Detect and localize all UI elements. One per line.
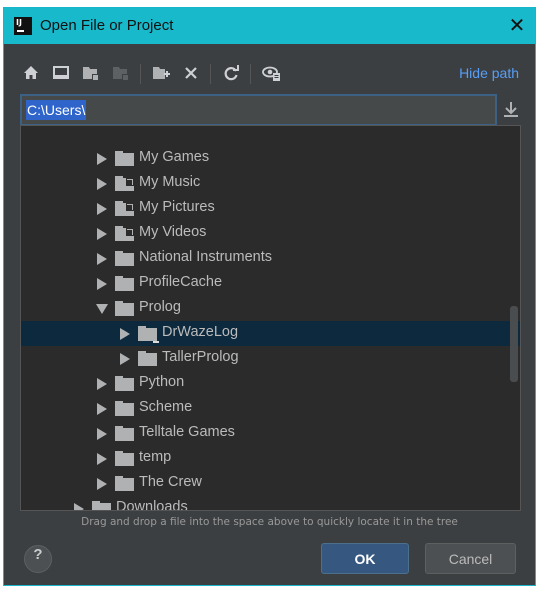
refresh-icon bbox=[224, 65, 239, 81]
show-hidden-icon bbox=[262, 66, 280, 81]
toolbar-separator bbox=[140, 64, 141, 84]
expand-arrow-icon[interactable] bbox=[97, 253, 107, 265]
tree-row-label: My Pictures bbox=[139, 199, 215, 215]
ok-button[interactable]: OK bbox=[321, 543, 409, 574]
expand-arrow-icon[interactable] bbox=[97, 378, 107, 390]
folder-icon bbox=[115, 251, 134, 266]
tree-row[interactable]: Prolog bbox=[21, 296, 520, 321]
expand-arrow-icon[interactable] bbox=[97, 153, 107, 165]
desktop-icon bbox=[53, 66, 69, 79]
toolbar bbox=[20, 62, 420, 86]
path-input-text[interactable]: C:\Users\ bbox=[26, 100, 87, 120]
tree-row[interactable]: My Games bbox=[21, 146, 520, 171]
expand-arrow-icon[interactable] bbox=[97, 478, 107, 490]
tree-row-label: My Music bbox=[139, 174, 201, 190]
tree-row[interactable]: Telltale Games bbox=[21, 421, 520, 446]
expand-arrow-icon[interactable] bbox=[97, 428, 107, 440]
toolbar-separator bbox=[210, 64, 211, 84]
folder-icon bbox=[115, 151, 134, 166]
intellij-logo-icon: IJ bbox=[14, 17, 32, 35]
path-field[interactable]: C:\Users\ bbox=[20, 94, 497, 126]
new-folder-icon bbox=[153, 67, 170, 79]
expand-arrow-icon[interactable] bbox=[97, 403, 107, 415]
tree-row-label: Scheme bbox=[139, 399, 193, 415]
refresh-button[interactable] bbox=[220, 62, 242, 84]
tree-row-label: TallerProlog bbox=[162, 349, 239, 365]
tree-row-label: National Instruments bbox=[139, 249, 272, 265]
home-button[interactable] bbox=[20, 62, 42, 84]
tree-row-label: Prolog bbox=[139, 299, 181, 315]
folder-icon bbox=[115, 476, 134, 491]
download-button[interactable] bbox=[501, 100, 521, 120]
desktop-button[interactable] bbox=[50, 62, 72, 84]
folder-icon bbox=[115, 276, 134, 291]
cancel-button[interactable]: Cancel bbox=[425, 543, 516, 574]
tree-row-label: Python bbox=[139, 374, 185, 390]
folder-icon bbox=[115, 451, 134, 466]
project-folder-icon bbox=[83, 67, 99, 81]
drag-drop-hint: Drag and drop a file into the space abov… bbox=[81, 516, 458, 528]
folder-icon bbox=[138, 351, 157, 366]
folder-icon bbox=[138, 326, 159, 343]
close-button[interactable]: ✕ bbox=[505, 14, 529, 38]
folder-icon bbox=[115, 426, 134, 441]
tree-row-label: Telltale Games bbox=[139, 424, 235, 440]
expand-arrow-icon[interactable] bbox=[97, 453, 107, 465]
folder-icon bbox=[92, 501, 111, 510]
download-icon bbox=[504, 102, 518, 117]
title-bar: IJ Open File or Project ✕ bbox=[4, 8, 535, 44]
show-hidden-button[interactable] bbox=[260, 62, 282, 84]
folder-icon bbox=[115, 301, 134, 316]
tree-row-label: temp bbox=[139, 449, 172, 465]
project-directory-button[interactable] bbox=[80, 62, 102, 84]
expand-arrow-icon[interactable] bbox=[97, 278, 107, 290]
tree-row-label: The Crew bbox=[139, 474, 202, 490]
tree-row[interactable]: Downloads bbox=[21, 496, 520, 511]
delete-icon bbox=[185, 67, 197, 79]
tree-row-label: My Games bbox=[139, 149, 210, 165]
tree-row-label: Downloads bbox=[116, 499, 188, 511]
file-tree[interactable]: My Games My Music My Pictures My Videos Nati… bbox=[20, 125, 521, 511]
collapse-arrow-icon[interactable] bbox=[96, 304, 108, 314]
open-file-dialog: IJ Open File or Project ✕ Hide path C:\U… bbox=[3, 7, 536, 586]
toolbar-separator bbox=[250, 64, 251, 84]
tree-row-label: ProfileCache bbox=[139, 274, 223, 290]
expand-arrow-icon[interactable] bbox=[120, 328, 130, 340]
tree-row[interactable]: ProfileCache bbox=[21, 271, 520, 296]
tree-row[interactable]: temp bbox=[21, 446, 520, 471]
expand-arrow-icon[interactable] bbox=[97, 203, 107, 215]
expand-arrow-icon[interactable] bbox=[120, 353, 130, 365]
folder-icon bbox=[115, 376, 134, 391]
module-folder-icon bbox=[113, 67, 129, 81]
expand-arrow-icon[interactable] bbox=[97, 228, 107, 240]
help-button[interactable]: ? bbox=[24, 545, 52, 573]
dialog-title: Open File or Project bbox=[40, 17, 174, 34]
folder-icon bbox=[115, 201, 134, 216]
tree-row[interactable]: TallerProlog bbox=[21, 346, 520, 371]
delete-button[interactable] bbox=[180, 62, 202, 84]
tree-row[interactable]: My Music bbox=[21, 171, 520, 196]
tree-row[interactable]: DrWazeLog bbox=[21, 321, 520, 346]
tree-scrollbar[interactable] bbox=[510, 306, 518, 382]
folder-icon bbox=[115, 176, 134, 191]
module-directory-button[interactable] bbox=[110, 62, 132, 84]
folder-icon bbox=[115, 401, 134, 416]
expand-arrow-icon[interactable] bbox=[97, 178, 107, 190]
tree-row[interactable]: The Crew bbox=[21, 471, 520, 496]
new-folder-button[interactable] bbox=[150, 62, 172, 84]
tree-row-label: DrWazeLog bbox=[162, 324, 239, 340]
tree-row[interactable]: My Pictures bbox=[21, 196, 520, 221]
expand-arrow-icon[interactable] bbox=[74, 503, 84, 510]
tree-row[interactable]: Scheme bbox=[21, 396, 520, 421]
hide-path-link[interactable]: Hide path bbox=[459, 65, 519, 81]
folder-icon bbox=[115, 226, 134, 241]
tree-row[interactable]: National Instruments bbox=[21, 246, 520, 271]
tree-row[interactable]: My Videos bbox=[21, 221, 520, 246]
tree-row-label: My Videos bbox=[139, 224, 207, 240]
home-icon bbox=[24, 66, 38, 79]
tree-row[interactable]: Python bbox=[21, 371, 520, 396]
